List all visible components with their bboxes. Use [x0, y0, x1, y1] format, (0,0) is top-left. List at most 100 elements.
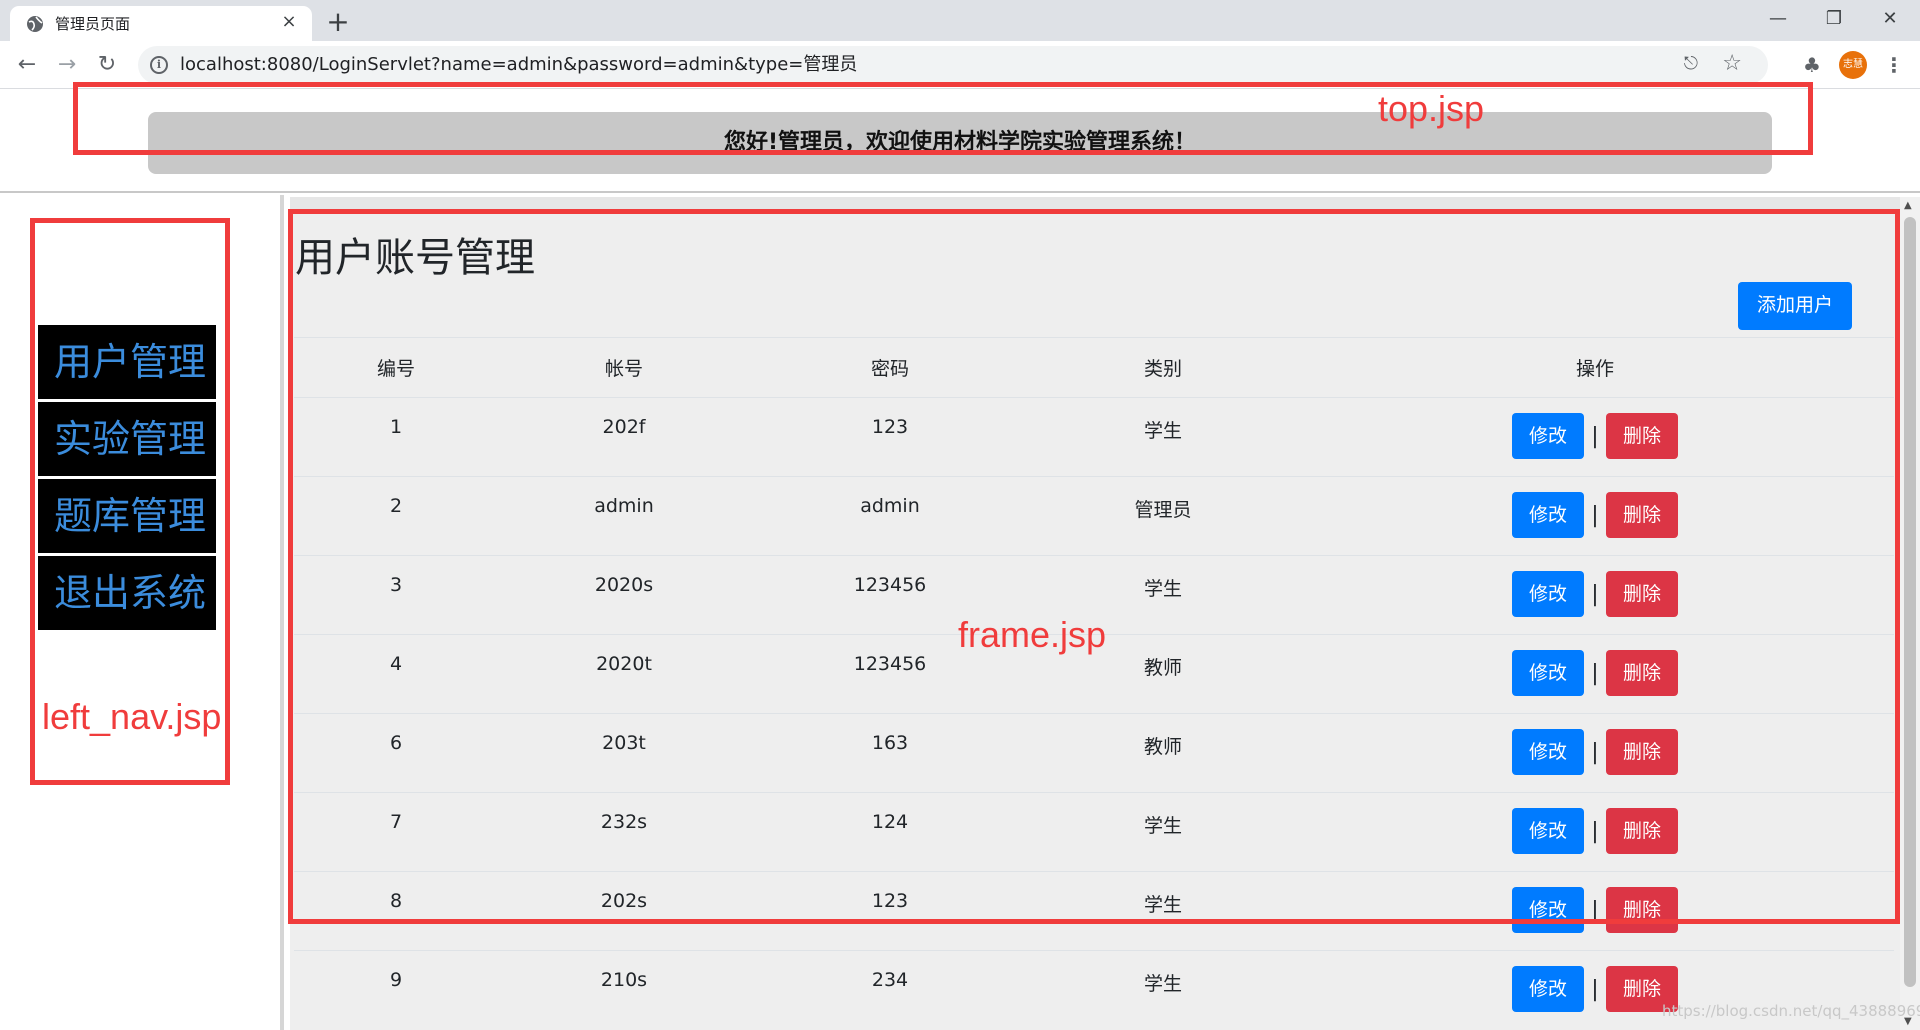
cell-account: admin: [498, 476, 750, 556]
cell-type: 学生: [1030, 792, 1296, 872]
nav-item-user-management[interactable]: 用户管理: [38, 325, 216, 399]
top-frame: 您好!管理员，欢迎使用材料学院实验管理系统！: [0, 90, 1920, 193]
page-title: 用户账号管理: [295, 235, 535, 281]
action-separator: |: [1591, 739, 1599, 765]
delete-button[interactable]: 删除: [1606, 650, 1678, 696]
action-separator: |: [1591, 660, 1599, 686]
action-separator: |: [1591, 976, 1599, 1002]
watermark: https://blog.csdn.net/qq_43888969: [1662, 1002, 1920, 1020]
nav-item-question-bank-management[interactable]: 题库管理: [38, 479, 216, 553]
header-operations: 操作: [1296, 337, 1894, 398]
reload-icon[interactable]: ↻: [90, 48, 124, 82]
table-row: 9 210s 234 学生 修改 | 删除: [294, 950, 1894, 1030]
cell-id: 9: [294, 950, 498, 1030]
action-separator: |: [1591, 423, 1599, 449]
delete-button[interactable]: 删除: [1606, 571, 1678, 617]
info-icon[interactable]: i: [150, 56, 168, 74]
left-nav-frame: 用户管理 实验管理 题库管理 退出系统: [0, 195, 284, 1030]
window-restore-button[interactable]: ❐: [1806, 0, 1862, 38]
address-bar-url[interactable]: localhost:8080/LoginServlet?name=admin&p…: [180, 54, 857, 76]
scrollbar-thumb[interactable]: [1904, 217, 1916, 987]
add-user-button[interactable]: 添加用户: [1738, 282, 1852, 330]
new-tab-button[interactable]: +: [322, 7, 354, 39]
delete-button[interactable]: 删除: [1606, 413, 1678, 459]
cell-id: 2: [294, 476, 498, 556]
browser-toolbar: ← → ↻ i localhost:8080/LoginServlet?name…: [0, 41, 1920, 89]
cell-password: 123: [750, 871, 1030, 951]
cell-id: 4: [294, 634, 498, 714]
cell-operations: 修改 | 删除: [1296, 871, 1894, 951]
delete-button[interactable]: 删除: [1606, 808, 1678, 854]
welcome-text: 您好!管理员，欢迎使用材料学院实验管理系统！: [723, 130, 1197, 155]
edit-button[interactable]: 修改: [1512, 413, 1584, 459]
cell-password: 124: [750, 792, 1030, 872]
edit-button[interactable]: 修改: [1512, 650, 1584, 696]
cell-id: 8: [294, 871, 498, 951]
window-close-button[interactable]: ✕: [1862, 0, 1918, 38]
table-row: 6 203t 163 教师 修改 | 删除: [294, 713, 1894, 793]
table-row: 1 202f 123 学生 修改 | 删除: [294, 397, 1894, 477]
user-table: 编号 帐号 密码 类别 操作 1 202f 123 学生 修改 | 删除 2 admin admi…: [294, 337, 1894, 1030]
cell-password: 123: [750, 397, 1030, 477]
top-frame-annotation-label: top.jsp: [1378, 88, 1485, 129]
header-id: 编号: [294, 337, 498, 398]
page-content: 您好!管理员，欢迎使用材料学院实验管理系统！ 用户管理 实验管理 题库管理 退出…: [0, 82, 1920, 1030]
action-separator: |: [1591, 502, 1599, 528]
delete-button[interactable]: 删除: [1606, 492, 1678, 538]
cell-operations: 修改 | 删除: [1296, 476, 1894, 556]
edit-button[interactable]: 修改: [1512, 571, 1584, 617]
table-row: 8 202s 123 学生 修改 | 删除: [294, 871, 1894, 951]
browser-tab-strip: 管理员页面 × + — ❐ ✕: [0, 0, 1920, 41]
arrow-left-icon[interactable]: ←: [10, 48, 44, 82]
key-icon[interactable]: ⎋: [1684, 53, 1698, 74]
cell-id: 7: [294, 792, 498, 872]
cell-operations: 修改 | 删除: [1296, 713, 1894, 793]
nav-item-logout[interactable]: 退出系统: [38, 556, 216, 630]
cell-type: 学生: [1030, 871, 1296, 951]
cell-type: 学生: [1030, 950, 1296, 1030]
edit-button[interactable]: 修改: [1512, 492, 1584, 538]
edit-button[interactable]: 修改: [1512, 887, 1584, 933]
nav-item-experiment-management[interactable]: 实验管理: [38, 402, 216, 476]
horizontal-scrollbar[interactable]: [290, 197, 1900, 211]
cell-password: admin: [750, 476, 1030, 556]
star-icon[interactable]: ☆: [1722, 51, 1742, 76]
avatar[interactable]: 志慧: [1839, 51, 1867, 79]
table-header-row: 编号 帐号 密码 类别 操作: [294, 337, 1894, 398]
delete-button[interactable]: 删除: [1606, 887, 1678, 933]
puzzle-icon[interactable]: ♣: [1798, 51, 1826, 79]
edit-button[interactable]: 修改: [1512, 808, 1584, 854]
cell-account: 203t: [498, 713, 750, 793]
cell-type: 管理员: [1030, 476, 1296, 556]
cell-account: 232s: [498, 792, 750, 872]
header-type: 类别: [1030, 337, 1296, 398]
welcome-banner: 您好!管理员，欢迎使用材料学院实验管理系统！: [148, 112, 1772, 174]
edit-button[interactable]: 修改: [1512, 729, 1584, 775]
cell-type: 教师: [1030, 713, 1296, 793]
browser-tab[interactable]: 管理员页面 ×: [10, 6, 312, 41]
cell-account: 2020s: [498, 555, 750, 635]
vertical-dots-icon[interactable]: ⋮: [1880, 51, 1908, 79]
tab-title: 管理员页面: [55, 15, 131, 33]
cell-password: 163: [750, 713, 1030, 793]
cell-account: 210s: [498, 950, 750, 1030]
header-account: 帐号: [498, 337, 750, 398]
table-row: 2 admin admin 管理员 修改 | 删除: [294, 476, 1894, 556]
cell-type: 学生: [1030, 397, 1296, 477]
vertical-scrollbar[interactable]: ▲ ▼: [1900, 197, 1920, 1030]
main-frame-annotation-label: frame.jsp: [958, 614, 1107, 655]
globe-icon: [27, 16, 43, 32]
address-bar[interactable]: i localhost:8080/LoginServlet?name=admin…: [138, 46, 1768, 84]
scroll-up-icon[interactable]: ▲: [1904, 200, 1912, 211]
window-minimize-button[interactable]: —: [1750, 0, 1806, 38]
cell-account: 202f: [498, 397, 750, 477]
table-row: 7 232s 124 学生 修改 | 删除: [294, 792, 1894, 872]
edit-button[interactable]: 修改: [1512, 966, 1584, 1012]
left-nav-annotation-label: left_nav.jsp: [42, 696, 222, 737]
left-nav-list: 用户管理 实验管理 题库管理 退出系统: [38, 325, 216, 633]
arrow-right-icon[interactable]: →: [50, 48, 84, 82]
tab-close-icon[interactable]: ×: [278, 11, 300, 33]
delete-button[interactable]: 删除: [1606, 729, 1678, 775]
cell-account: 2020t: [498, 634, 750, 714]
action-separator: |: [1591, 818, 1599, 844]
